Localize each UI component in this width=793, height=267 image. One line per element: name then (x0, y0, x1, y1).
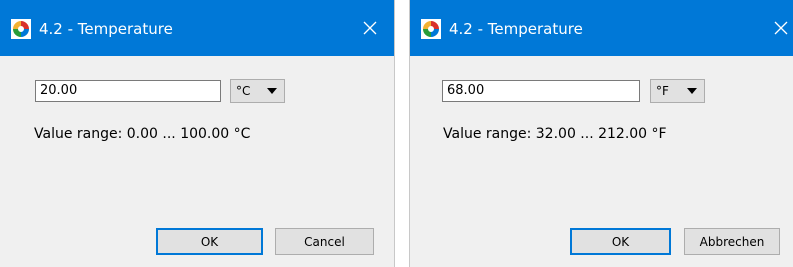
close-icon (363, 21, 377, 35)
close-icon (774, 21, 788, 35)
cancel-button[interactable]: Abbrechen (684, 228, 780, 255)
title-bar[interactable]: 4.2 - Temperature (0, 0, 394, 56)
dialog-title: 4.2 - Temperature (39, 20, 173, 38)
cancel-button[interactable]: Cancel (275, 228, 374, 255)
value-range-label: Value range: 32.00 ... 212.00 °F (443, 126, 667, 142)
chevron-down-icon (687, 88, 697, 94)
close-button[interactable] (761, 8, 793, 48)
unit-select[interactable]: °C (230, 79, 285, 103)
unit-select-value: °C (236, 84, 251, 98)
unit-select-value: °F (656, 84, 669, 98)
chevron-down-icon (267, 88, 277, 94)
title-bar[interactable]: 4.2 - Temperature (410, 0, 793, 56)
close-button[interactable] (350, 8, 390, 48)
ok-button[interactable]: OK (570, 228, 671, 255)
value-range-label: Value range: 0.00 ... 100.00 °C (34, 126, 251, 142)
app-logo-icon (11, 19, 31, 39)
app-logo-icon (421, 19, 441, 39)
temperature-dialog-fahrenheit: 4.2 - Temperature 68.00 °F Value range: … (409, 0, 793, 267)
unit-select[interactable]: °F (650, 79, 705, 103)
ok-button[interactable]: OK (156, 228, 263, 255)
temperature-value-input[interactable]: 68.00 (442, 80, 640, 102)
dialog-title: 4.2 - Temperature (449, 20, 583, 38)
temperature-dialog-celsius: 4.2 - Temperature 20.00 °C Value range: … (0, 0, 395, 267)
temperature-value-input[interactable]: 20.00 (35, 80, 221, 102)
